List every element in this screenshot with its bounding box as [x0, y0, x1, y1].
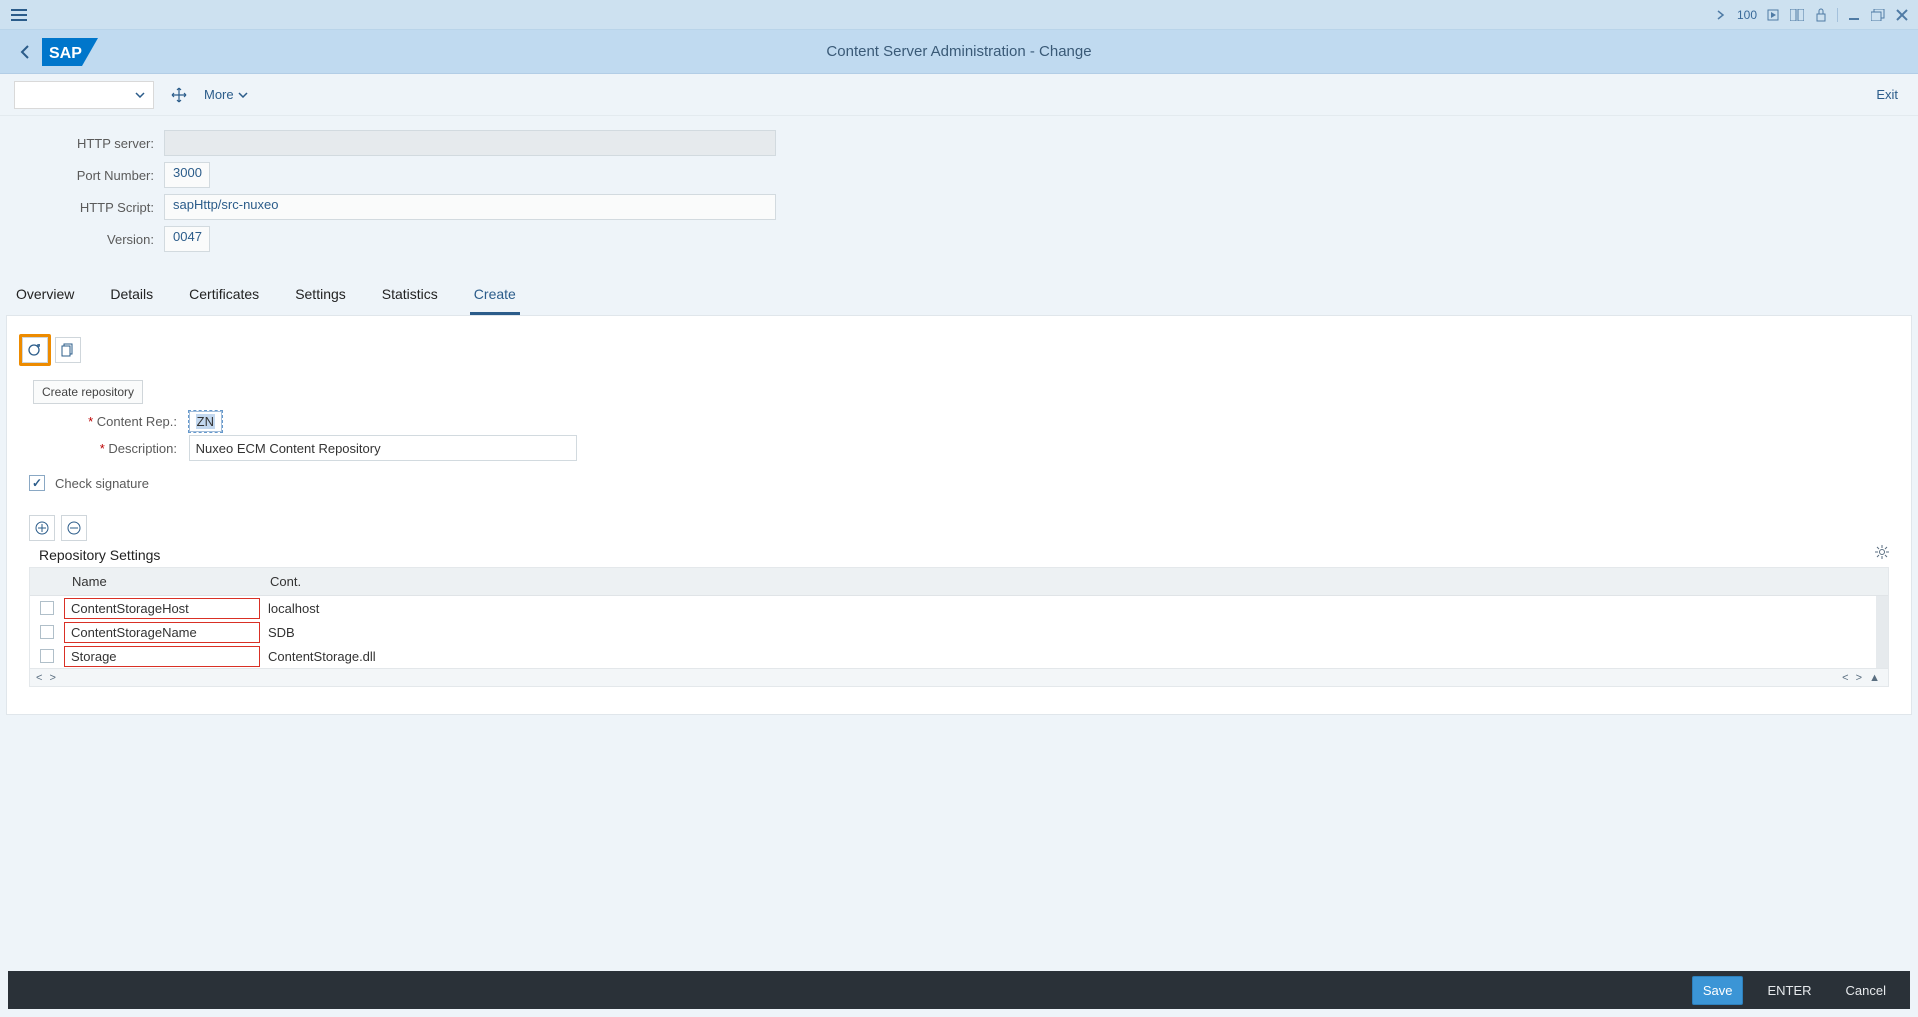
- play-icon[interactable]: [1765, 7, 1781, 23]
- enter-button[interactable]: ENTER: [1757, 977, 1821, 1004]
- more-menu[interactable]: More: [204, 87, 248, 102]
- create-repository-button[interactable]: Create repository: [33, 380, 143, 404]
- tab-settings[interactable]: Settings: [291, 278, 350, 315]
- vertical-scrollbar[interactable]: [1876, 596, 1888, 668]
- description-field[interactable]: [189, 435, 577, 461]
- create-new-button[interactable]: [22, 337, 48, 363]
- scroll-arrows-right-icon[interactable]: < > ▲: [1842, 672, 1882, 684]
- version-label: Version:: [16, 232, 164, 247]
- content-rep-field[interactable]: ZN: [189, 411, 222, 432]
- cell-name[interactable]: ContentStorageName: [64, 622, 260, 643]
- header-bar: SAP Content Server Administration - Chan…: [0, 30, 1918, 74]
- http-server-field[interactable]: [164, 130, 776, 156]
- close-icon[interactable]: [1894, 7, 1910, 23]
- window-titlebar: 100: [0, 0, 1918, 30]
- maximize-icon[interactable]: [1870, 7, 1886, 23]
- col-cont-header[interactable]: Cont.: [262, 574, 1888, 589]
- tab-details[interactable]: Details: [106, 278, 157, 315]
- port-field[interactable]: 3000: [164, 162, 210, 188]
- cell-name[interactable]: ContentStorageHost: [64, 598, 260, 619]
- version-field[interactable]: 0047: [164, 226, 210, 252]
- chevron-right-icon[interactable]: [1713, 7, 1729, 23]
- tab-strip: Overview Details Certificates Settings S…: [6, 270, 1912, 315]
- row-checkbox[interactable]: [40, 625, 54, 639]
- variant-dropdown[interactable]: [14, 81, 154, 109]
- add-row-button[interactable]: [29, 515, 55, 541]
- tab-create[interactable]: Create: [470, 278, 520, 315]
- table-row: ContentStorageHost localhost: [30, 596, 1888, 620]
- save-button[interactable]: Save: [1692, 976, 1744, 1005]
- hamburger-menu-icon[interactable]: [8, 4, 30, 26]
- row-checkbox[interactable]: [40, 601, 54, 615]
- cell-name[interactable]: Storage: [64, 646, 260, 667]
- table-footer: < > < > ▲: [30, 668, 1888, 686]
- create-action-highlight: [19, 334, 51, 366]
- repository-settings-title: Repository Settings: [39, 547, 1899, 563]
- cell-cont[interactable]: SDB: [262, 625, 1888, 640]
- lock-icon[interactable]: [1813, 7, 1829, 23]
- content-rep-value: ZN: [196, 414, 215, 429]
- move-icon[interactable]: [170, 86, 188, 104]
- cell-cont[interactable]: localhost: [262, 601, 1888, 616]
- divider: [1837, 8, 1838, 22]
- table-row: ContentStorageName SDB: [30, 620, 1888, 644]
- svg-text:SAP: SAP: [49, 45, 82, 62]
- table-row: Storage ContentStorage.dll: [30, 644, 1888, 668]
- back-button[interactable]: [16, 43, 34, 61]
- header-form: HTTP server: Port Number: 3000 HTTP Scri…: [0, 116, 1918, 270]
- tab-certificates[interactable]: Certificates: [185, 278, 263, 315]
- exit-button[interactable]: Exit: [1870, 87, 1904, 102]
- http-script-label: HTTP Script:: [16, 200, 164, 215]
- more-label: More: [204, 87, 234, 102]
- cancel-button[interactable]: Cancel: [1836, 977, 1896, 1004]
- table-header: Name Cont.: [30, 568, 1888, 596]
- check-signature-checkbox[interactable]: [29, 475, 45, 491]
- col-name-header[interactable]: Name: [64, 574, 262, 589]
- chevron-down-icon: [135, 92, 145, 98]
- description-label: Description:: [33, 441, 185, 456]
- cell-cont[interactable]: ContentStorage.dll: [262, 649, 1888, 664]
- sap-logo: SAP: [42, 38, 98, 66]
- scroll-left-right-icon[interactable]: < >: [36, 672, 58, 684]
- layout-icon[interactable]: [1789, 7, 1805, 23]
- repository-settings-table: Name Cont. ContentStorageHost localhost …: [29, 567, 1889, 687]
- check-signature-label: Check signature: [55, 476, 149, 491]
- zoom-value: 100: [1737, 8, 1757, 22]
- http-server-label: HTTP server:: [16, 136, 164, 151]
- page-title: Content Server Administration - Change: [826, 43, 1091, 60]
- row-checkbox[interactable]: [40, 649, 54, 663]
- action-bar: More Exit: [0, 74, 1918, 116]
- port-label: Port Number:: [16, 168, 164, 183]
- minimize-icon[interactable]: [1846, 7, 1862, 23]
- copy-button[interactable]: [55, 337, 81, 363]
- content-rep-label: Content Rep.:: [33, 414, 185, 429]
- http-script-field[interactable]: sapHttp/src-nuxeo: [164, 194, 776, 220]
- table-settings-icon[interactable]: [1875, 545, 1889, 559]
- tab-overview[interactable]: Overview: [12, 278, 78, 315]
- footer-bar: Save ENTER Cancel: [8, 971, 1910, 1009]
- create-tab-content: Create repository Content Rep.: ZN Descr…: [6, 315, 1912, 715]
- tab-statistics[interactable]: Statistics: [378, 278, 442, 315]
- remove-row-button[interactable]: [61, 515, 87, 541]
